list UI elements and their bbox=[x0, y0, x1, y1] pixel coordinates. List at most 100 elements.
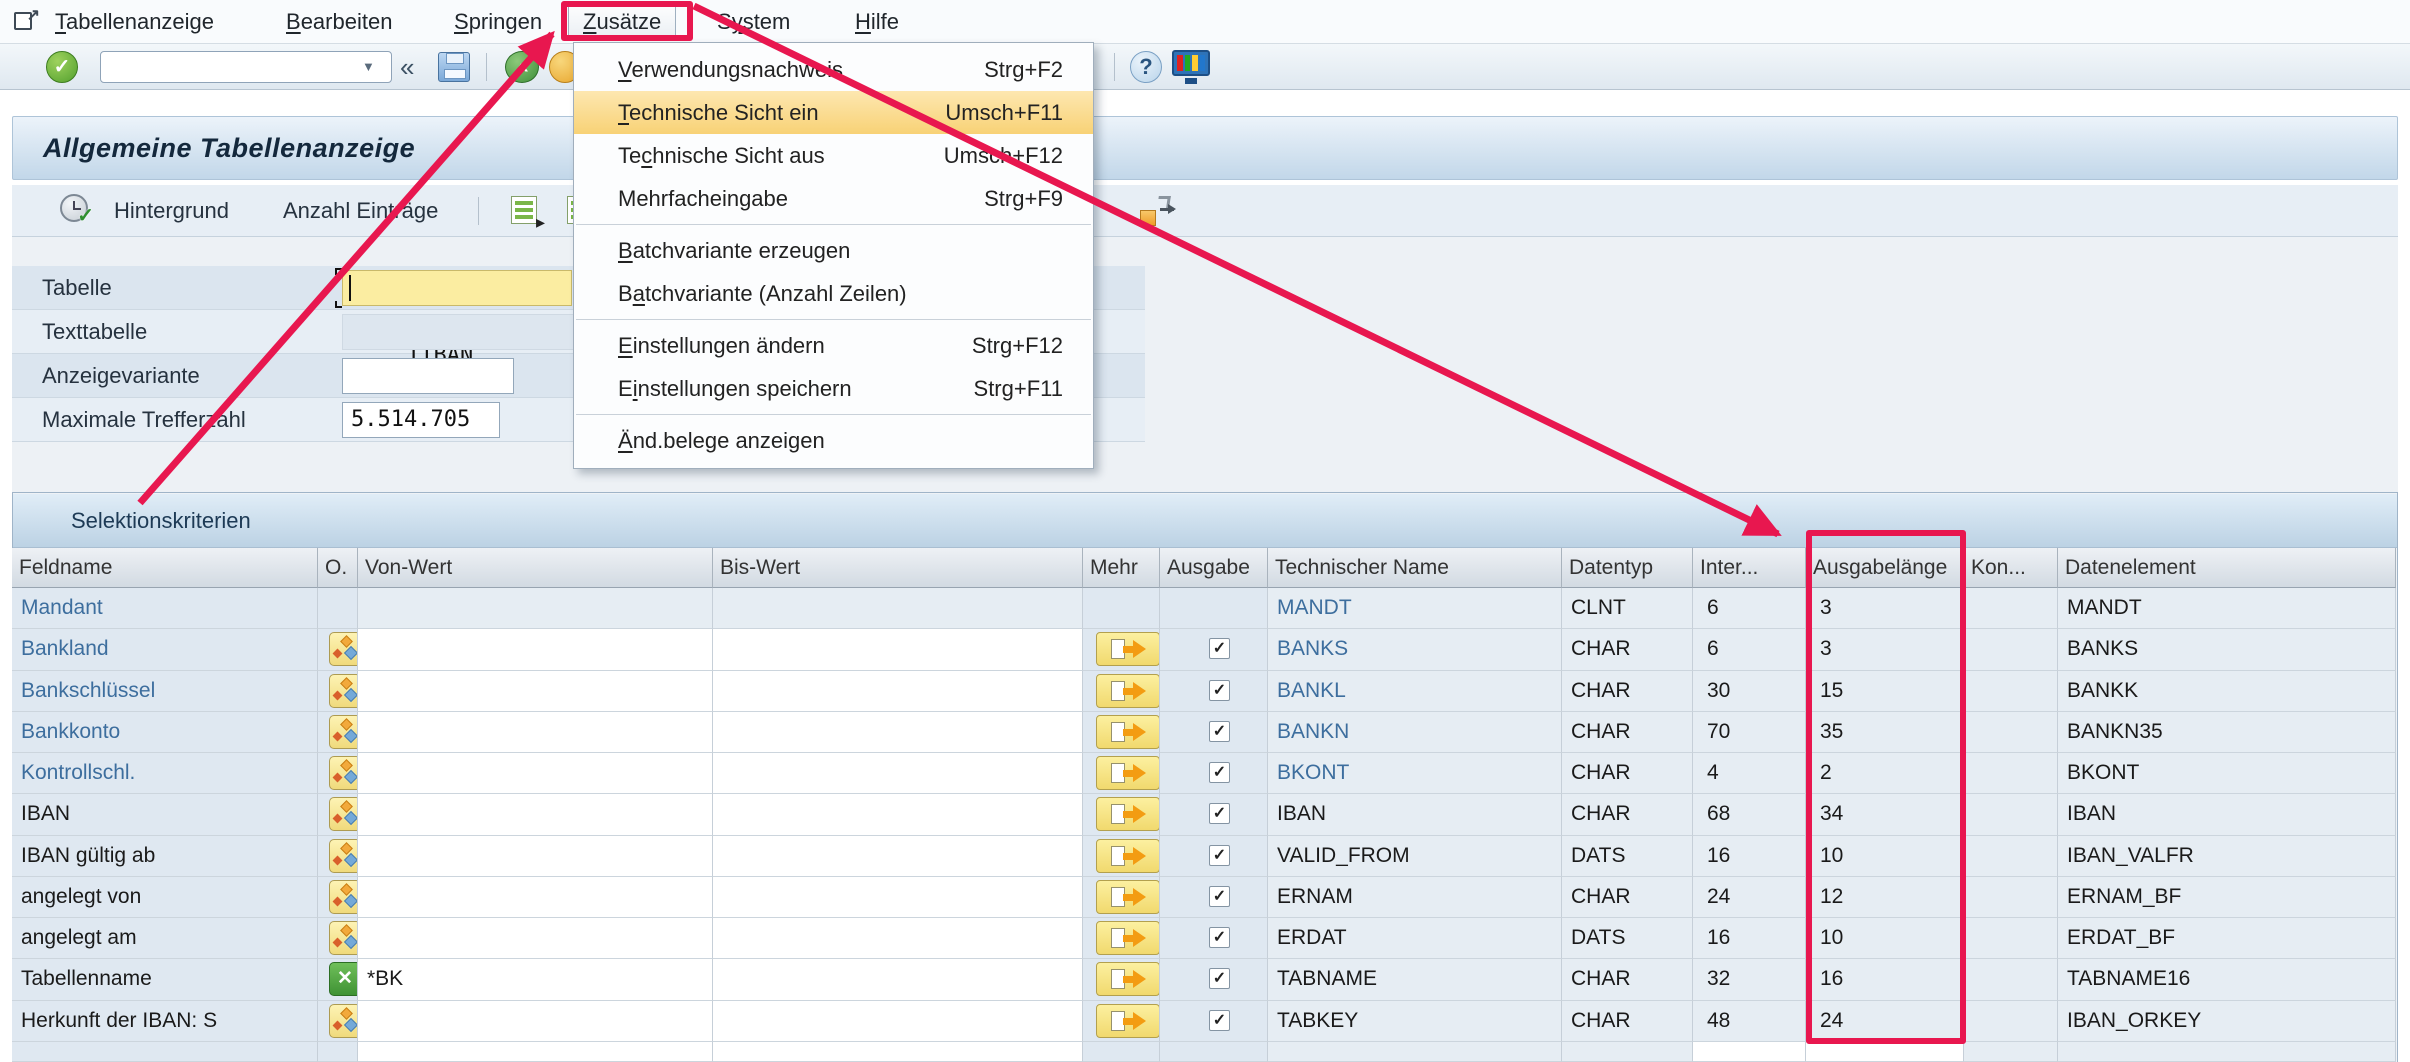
input-bis-wert[interactable] bbox=[713, 753, 1083, 794]
menu-item-tabellenanzeige[interactable]: Tabellenanzeige bbox=[55, 0, 214, 44]
cell-datenelement: BANKS bbox=[2058, 629, 2396, 671]
column-header-mehr: Mehr bbox=[1083, 548, 1160, 588]
menu-item-springen[interactable]: Springen bbox=[454, 0, 542, 44]
anzahl-eintraege-button[interactable]: Anzahl Einträge bbox=[283, 185, 438, 237]
multiple-selection-icon[interactable] bbox=[329, 674, 358, 708]
ausgabe-checkbox[interactable]: ✓ bbox=[1209, 886, 1230, 907]
input-bis-wert[interactable] bbox=[713, 671, 1083, 712]
cell-datentyp: CHAR bbox=[1562, 671, 1693, 712]
input-von-wert[interactable] bbox=[358, 629, 713, 671]
command-dropdown-icon[interactable]: ▼ bbox=[362, 59, 375, 74]
dropdown-item-einstellungen-speichern[interactable]: Einstellungen speichernStrg+F11 bbox=[574, 367, 1093, 410]
empty-row-cell-datenelement bbox=[2058, 1042, 2396, 1062]
multiple-selection-icon[interactable] bbox=[329, 756, 358, 790]
system-toolbar: ✓ ▼ « « ? bbox=[0, 44, 2410, 90]
mehr-button[interactable] bbox=[1096, 839, 1160, 873]
input-bis-wert[interactable] bbox=[713, 629, 1083, 671]
cell-ausgabe: ✓ bbox=[1160, 1001, 1268, 1042]
input-von-wert[interactable]: *BK bbox=[358, 959, 713, 1001]
multiple-selection-icon[interactable] bbox=[329, 797, 358, 831]
help-icon[interactable]: ? bbox=[1130, 51, 1162, 83]
cell-feldname: Bankland bbox=[12, 629, 318, 671]
ausgabe-checkbox[interactable]: ✓ bbox=[1209, 803, 1230, 824]
ausgabe-checkbox[interactable]: ✓ bbox=[1209, 762, 1230, 783]
input-von-wert[interactable] bbox=[358, 794, 713, 836]
input-bis-wert[interactable] bbox=[713, 836, 1083, 877]
session-copy-icon[interactable]: ↗ bbox=[14, 9, 40, 33]
ausgabe-checkbox[interactable]: ✓ bbox=[1209, 1010, 1230, 1031]
dropdown-item-änd-belege-anzeigen[interactable]: Änd.belege anzeigen bbox=[574, 419, 1093, 462]
dropdown-item-shortcut: Strg+F2 bbox=[984, 48, 1063, 91]
mehr-button[interactable] bbox=[1096, 674, 1160, 708]
input-bis-wert[interactable] bbox=[713, 959, 1083, 1001]
ausgabe-checkbox[interactable]: ✓ bbox=[1209, 638, 1230, 659]
anzeigevariante-input[interactable] bbox=[342, 358, 514, 394]
expand-arrows-icon[interactable] bbox=[1138, 194, 1176, 230]
input-bis-wert[interactable] bbox=[713, 1001, 1083, 1042]
cell-interne-laenge: 70 bbox=[1693, 712, 1806, 753]
multiple-selection-icon[interactable] bbox=[329, 632, 358, 666]
dropdown-item-einstellungen-ändern[interactable]: Einstellungen ändernStrg+F12 bbox=[574, 324, 1093, 367]
mehr-button[interactable] bbox=[1096, 880, 1160, 914]
mehr-button[interactable] bbox=[1096, 756, 1160, 790]
menu-bar: ↗ TabellenanzeigeBearbeitenSpringenZusät… bbox=[0, 0, 2410, 44]
dropdown-item-technische-sicht-ein[interactable]: Technische Sicht einUmsch+F11 bbox=[574, 91, 1093, 134]
multiple-selection-icon[interactable] bbox=[329, 715, 358, 749]
input-von-wert[interactable] bbox=[358, 918, 713, 959]
dropdown-item-label: Technische Sicht ein bbox=[618, 91, 819, 134]
input-von-wert[interactable] bbox=[358, 836, 713, 877]
ausgabe-checkbox[interactable]: ✓ bbox=[1209, 968, 1230, 989]
input-bis-wert[interactable] bbox=[713, 794, 1083, 836]
mehr-button[interactable] bbox=[1096, 962, 1160, 996]
menu-item-hilfe[interactable]: Hilfe bbox=[855, 0, 899, 44]
active-selection-exclude-icon[interactable]: ✕ bbox=[329, 962, 358, 996]
multiple-selection-icon[interactable] bbox=[329, 1004, 358, 1038]
execute-clock-icon[interactable]: ✓ bbox=[60, 194, 94, 228]
tabelle-input[interactable]: TIBAN bbox=[342, 270, 572, 306]
title-bar: Allgemeine Tabellenanzeige bbox=[12, 116, 2398, 180]
hintergrund-button[interactable]: Hintergrund bbox=[114, 185, 229, 237]
ausgabe-checkbox[interactable]: ✓ bbox=[1209, 845, 1230, 866]
cell-kontrolle bbox=[1964, 588, 2058, 629]
back-icon[interactable]: « bbox=[505, 51, 539, 83]
input-bis-wert[interactable] bbox=[713, 918, 1083, 959]
collapse-chevron-icon[interactable]: « bbox=[400, 51, 414, 83]
input-bis-wert[interactable] bbox=[713, 877, 1083, 918]
ausgabe-checkbox[interactable]: ✓ bbox=[1209, 927, 1230, 948]
cell-osel bbox=[318, 629, 358, 671]
menu-item-system[interactable]: System bbox=[717, 0, 790, 44]
dropdown-item-verwendungsnachweis[interactable]: VerwendungsnachweisStrg+F2 bbox=[574, 48, 1093, 91]
ausgabe-checkbox[interactable]: ✓ bbox=[1209, 721, 1230, 742]
cell-technischer-name: VALID_FROM bbox=[1268, 836, 1562, 877]
dropdown-item-mehrfacheingabe[interactable]: MehrfacheingabeStrg+F9 bbox=[574, 177, 1093, 220]
ausgabe-checkbox[interactable]: ✓ bbox=[1209, 680, 1230, 701]
input-bis-wert[interactable] bbox=[713, 712, 1083, 753]
mehr-button[interactable] bbox=[1096, 632, 1160, 666]
multiple-selection-icon[interactable] bbox=[329, 921, 358, 955]
mehr-button[interactable] bbox=[1096, 715, 1160, 749]
new-session-monitor-icon[interactable] bbox=[1172, 50, 1210, 84]
mehr-button[interactable] bbox=[1096, 921, 1160, 955]
maximale-trefferzahl-input[interactable]: 5.514.705 bbox=[342, 402, 500, 438]
dropdown-item-technische-sicht-aus[interactable]: Technische Sicht ausUmsch+F12 bbox=[574, 134, 1093, 177]
command-input[interactable] bbox=[100, 51, 392, 83]
dropdown-item-batchvariante-erzeugen[interactable]: Batchvariante erzeugen bbox=[574, 229, 1093, 272]
cell-interne-laenge: 68 bbox=[1693, 794, 1806, 836]
annotation-box-zusaetze bbox=[561, 1, 693, 41]
multiple-selection-icon[interactable] bbox=[329, 880, 358, 914]
input-von-wert[interactable] bbox=[358, 753, 713, 794]
toolbar-separator bbox=[478, 197, 479, 225]
mehr-button[interactable] bbox=[1096, 1004, 1160, 1038]
cell-ausgabe: ✓ bbox=[1160, 629, 1268, 671]
save-icon[interactable] bbox=[438, 52, 470, 82]
input-von-wert[interactable] bbox=[358, 712, 713, 753]
mehr-button[interactable] bbox=[1096, 797, 1160, 831]
enter-check-icon[interactable]: ✓ bbox=[46, 51, 78, 83]
multiple-selection-icon[interactable] bbox=[329, 839, 358, 873]
input-von-wert[interactable] bbox=[358, 671, 713, 712]
input-von-wert[interactable] bbox=[358, 877, 713, 918]
dropdown-item-batchvariante-anzahl-zeilen-[interactable]: Batchvariante (Anzahl Zeilen) bbox=[574, 272, 1093, 315]
menu-item-bearbeiten[interactable]: Bearbeiten bbox=[286, 0, 392, 44]
select-list-icon[interactable]: ▸ bbox=[509, 195, 545, 229]
input-von-wert[interactable] bbox=[358, 1001, 713, 1042]
